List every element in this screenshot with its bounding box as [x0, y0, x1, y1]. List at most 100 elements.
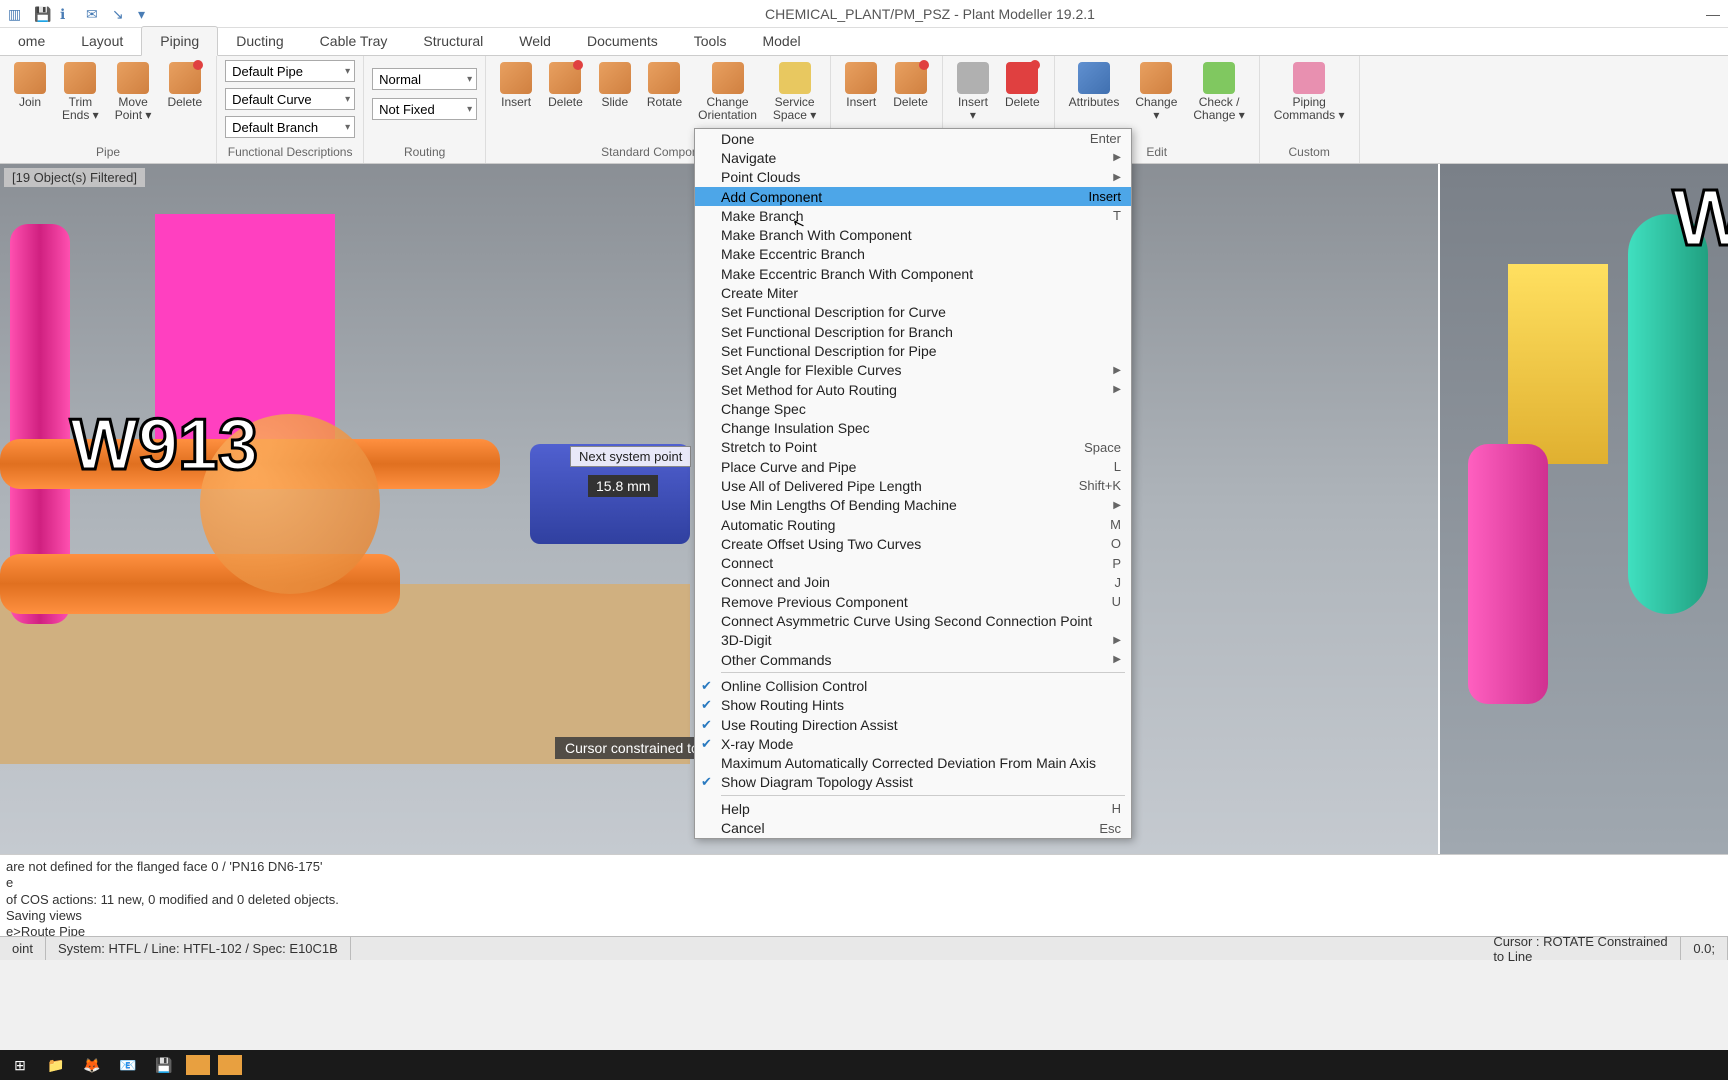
- file-explorer-icon[interactable]: 📁: [42, 1053, 70, 1077]
- menu-item-label: 3D-Digit: [721, 632, 772, 648]
- piping-commands-button[interactable]: Piping Commands ▾: [1268, 60, 1351, 124]
- tab-weld[interactable]: Weld: [501, 27, 569, 55]
- routing-mode-dropdown[interactable]: Normal: [372, 68, 477, 90]
- viewport-secondary[interactable]: W: [1438, 164, 1728, 854]
- menu-item[interactable]: Other Commands▶: [695, 650, 1131, 669]
- menu-item-label: Set Method for Auto Routing: [721, 382, 897, 398]
- delete-flange-button[interactable]: Delete: [887, 60, 934, 111]
- delete-component-button[interactable]: Delete: [542, 60, 589, 111]
- menu-shortcut: Esc: [1099, 821, 1121, 836]
- menu-icon[interactable]: ▥: [8, 6, 24, 22]
- menu-item[interactable]: Navigate▶: [695, 148, 1131, 167]
- tab-home[interactable]: ome: [0, 27, 63, 55]
- vessel-green: [1628, 214, 1708, 614]
- menu-item[interactable]: Create Miter: [695, 283, 1131, 302]
- app-icon-2[interactable]: [218, 1055, 242, 1075]
- menu-shortcut: Space: [1084, 440, 1121, 455]
- menu-item-label: Automatic Routing: [721, 517, 835, 533]
- context-menu[interactable]: DoneEnterNavigate▶Point Clouds▶Add Compo…: [694, 128, 1132, 839]
- tab-cable-tray[interactable]: Cable Tray: [302, 27, 406, 55]
- delete-pipe-button[interactable]: Delete: [161, 60, 208, 111]
- chevron-right-icon: ▶: [1113, 635, 1121, 646]
- service-space-button[interactable]: Service Space ▾: [767, 60, 822, 124]
- menu-item-label: Maximum Automatically Corrected Deviatio…: [721, 755, 1096, 771]
- menu-item[interactable]: Make Eccentric Branch: [695, 245, 1131, 264]
- delete-penetration-button[interactable]: Delete: [999, 60, 1046, 111]
- task-view-icon[interactable]: ⊞: [6, 1053, 34, 1077]
- save-icon[interactable]: 💾: [150, 1053, 178, 1077]
- tab-layout[interactable]: Layout: [63, 27, 141, 55]
- default-curve-dropdown[interactable]: Default Curve: [225, 88, 355, 110]
- menu-item[interactable]: Create Offset Using Two CurvesO: [695, 534, 1131, 553]
- menu-item[interactable]: ✔X-ray Mode: [695, 734, 1131, 753]
- insert-component-button[interactable]: Insert: [494, 60, 538, 111]
- menu-item-label: Use All of Delivered Pipe Length: [721, 478, 922, 494]
- menu-item[interactable]: Change Spec: [695, 399, 1131, 418]
- menu-item[interactable]: Use Min Lengths Of Bending Machine▶: [695, 496, 1131, 515]
- rotate-button[interactable]: Rotate: [641, 60, 688, 111]
- default-pipe-dropdown[interactable]: Default Pipe: [225, 60, 355, 82]
- move-point-button[interactable]: Move Point ▾: [109, 60, 158, 124]
- menu-item[interactable]: Maximum Automatically Corrected Deviatio…: [695, 754, 1131, 773]
- menu-item[interactable]: Place Curve and PipeL: [695, 457, 1131, 476]
- insert-penetration-button[interactable]: Insert ▾: [951, 60, 995, 124]
- menu-item[interactable]: Point Clouds▶: [695, 168, 1131, 187]
- menu-item[interactable]: Stretch to PointSpace: [695, 438, 1131, 457]
- tab-ducting[interactable]: Ducting: [218, 27, 301, 55]
- tab-piping[interactable]: Piping: [141, 26, 218, 56]
- tab-tools[interactable]: Tools: [676, 27, 745, 55]
- menu-item[interactable]: DoneEnter: [695, 129, 1131, 148]
- app-icon-1[interactable]: [186, 1055, 210, 1075]
- change-button[interactable]: Change ▾: [1129, 60, 1183, 124]
- log-line: e>Route Pipe: [6, 924, 1722, 936]
- menu-item[interactable]: 3D-Digit ▶: [695, 631, 1131, 650]
- trim-ends-button[interactable]: Trim Ends ▾: [56, 60, 105, 124]
- menu-item[interactable]: Set Angle for Flexible Curves▶: [695, 361, 1131, 380]
- equipment-tag-right: W: [1672, 172, 1728, 264]
- menu-item[interactable]: Set Functional Description for Pipe: [695, 341, 1131, 360]
- menu-item[interactable]: ConnectP: [695, 554, 1131, 573]
- default-branch-dropdown[interactable]: Default Branch: [225, 116, 355, 138]
- menu-item[interactable]: Automatic Routing M: [695, 515, 1131, 534]
- dropdown-icon[interactable]: ↘: [112, 6, 128, 22]
- menu-item[interactable]: Remove Previous ComponentU: [695, 592, 1131, 611]
- join-button[interactable]: Join: [8, 60, 52, 111]
- change-orientation-button[interactable]: Change Orientation: [692, 60, 763, 124]
- slide-button[interactable]: Slide: [593, 60, 637, 111]
- menu-item[interactable]: Change Insulation Spec: [695, 418, 1131, 437]
- menu-item[interactable]: Make BranchT: [695, 206, 1131, 225]
- firefox-icon[interactable]: 🦊: [78, 1053, 106, 1077]
- menu-item[interactable]: HelpH: [695, 799, 1131, 818]
- insert-flange-button[interactable]: Insert: [839, 60, 883, 111]
- menu-item[interactable]: Set Method for Auto Routing▶: [695, 380, 1131, 399]
- qat-more-icon[interactable]: ▾: [138, 6, 154, 22]
- menu-shortcut: M: [1110, 517, 1121, 532]
- minimize-button[interactable]: —: [1706, 6, 1720, 22]
- menu-item[interactable]: Make Branch With Component: [695, 225, 1131, 244]
- menu-item-label: Remove Previous Component: [721, 594, 908, 610]
- info-icon[interactable]: ℹ: [60, 6, 76, 22]
- attributes-button[interactable]: Attributes: [1063, 60, 1126, 111]
- save-icon[interactable]: 💾: [34, 6, 50, 22]
- menu-item[interactable]: ✔Show Routing Hints: [695, 696, 1131, 715]
- outlook-icon[interactable]: 📧: [114, 1053, 142, 1077]
- check-change-button[interactable]: Check / Change ▾: [1187, 60, 1250, 124]
- tab-model[interactable]: Model: [744, 27, 818, 55]
- menu-item[interactable]: ✔Use Routing Direction Assist: [695, 715, 1131, 734]
- routing-fix-dropdown[interactable]: Not Fixed: [372, 98, 477, 120]
- menu-item[interactable]: Cancel Esc: [695, 818, 1131, 837]
- menu-item[interactable]: Connect Asymmetric Curve Using Second Co…: [695, 611, 1131, 630]
- menu-item-label: Cancel: [721, 820, 765, 836]
- menu-item[interactable]: Add ComponentInsert: [695, 187, 1131, 206]
- mail-icon[interactable]: ✉: [86, 6, 102, 22]
- menu-item-label: Use Min Lengths Of Bending Machine: [721, 497, 957, 513]
- menu-item[interactable]: Set Functional Description for Branch: [695, 322, 1131, 341]
- tab-documents[interactable]: Documents: [569, 27, 676, 55]
- menu-item[interactable]: ✔Show Diagram Topology Assist: [695, 773, 1131, 792]
- menu-item[interactable]: Set Functional Description for Curve: [695, 303, 1131, 322]
- menu-item[interactable]: ✔Online Collision Control: [695, 676, 1131, 695]
- tab-structural[interactable]: Structural: [405, 27, 501, 55]
- menu-item[interactable]: Use All of Delivered Pipe LengthShift+K: [695, 476, 1131, 495]
- menu-item[interactable]: Connect and JoinJ: [695, 573, 1131, 592]
- menu-item[interactable]: Make Eccentric Branch With Component: [695, 264, 1131, 283]
